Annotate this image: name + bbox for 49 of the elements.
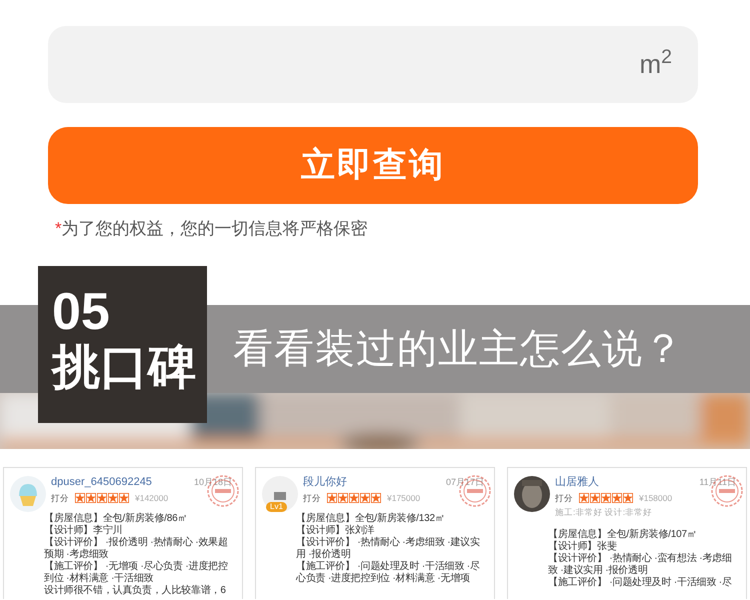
review-text: 【设计师】李宁川 [44, 524, 124, 536]
filled-star-icon [590, 492, 600, 503]
filled-star-icon [601, 492, 611, 503]
review-text: 【房屋信息】全包/新房装修/132㎡ [296, 512, 446, 524]
review-text: 【设计评价】 ·报价透明 ·热情耐心 ·效果超预期 ·考虑细致 [44, 536, 229, 560]
avatar [514, 476, 550, 512]
required-mark: * [55, 218, 62, 240]
rating-label: 打分 [51, 492, 69, 504]
price: ¥175000 [387, 492, 420, 504]
review-text: 【设计师】张刘洋 [296, 524, 376, 536]
review-text: 【设计评价】 ·热情耐心 ·蛮有想法 ·考虑细致 ·建议实用 ·报价透明 [548, 553, 733, 576]
rating-label: 打分 [303, 492, 321, 504]
user-name[interactable]: 段儿你好 [303, 474, 420, 490]
section-number: 05 [52, 284, 110, 340]
filled-star-icon [86, 492, 96, 503]
privacy-note: 为了您的权益，您的一切信息将严格保密 [62, 218, 368, 240]
stamp-icon [710, 474, 744, 508]
review-text: 【施工评价】 ·问题处理及时 ·干活细致 ·尽心负责 ·进度把控到位 ·材料满意 ·无增项 [296, 560, 481, 584]
review-text: 【设计评价】 ·热情耐心 ·考虑细致 ·建议实用 ·报价透明 [296, 536, 481, 560]
filled-star-icon [623, 492, 633, 503]
review-text: 【房屋信息】全包/新房装修/107㎡ [548, 529, 698, 540]
review-text: 【施工评价】 ·无增项 ·尽心负责 ·进度把控到位 ·材料满意 ·干活细致 [44, 560, 229, 584]
rating-summary: 施工:非常好 设计:非常好 [555, 506, 652, 519]
review-text: 【施工评价】 ·问题处理及时 ·干活细致 ·尽 [548, 577, 733, 589]
filled-star-icon [579, 492, 589, 503]
filled-star-icon [75, 492, 85, 503]
area-input-field[interactable]: m$^{2}$ [48, 26, 698, 103]
avatar [10, 476, 46, 512]
filled-star-icon [108, 492, 118, 503]
price: ¥142000 [135, 492, 168, 504]
price: ¥158000 [639, 492, 672, 504]
filled-star-icon [349, 492, 359, 503]
filled-star-icon [97, 492, 107, 503]
section-subtitle: 看看装过的业主怎么说？ [233, 326, 684, 372]
query-button[interactable]: 立即查询 [48, 127, 698, 204]
filled-star-icon [327, 492, 337, 503]
review-text: 【设计师】张斐 [548, 541, 618, 552]
rating-label: 打分 [555, 492, 573, 504]
user-name[interactable]: dpuser_6450692245 [51, 474, 168, 490]
review-text: 设计师很不错，认真负责，人比较靠谱，6 [44, 584, 227, 596]
review-text: 【房屋信息】全包/新房装修/86㎡ [44, 512, 188, 524]
filled-star-icon [371, 492, 381, 503]
filled-star-icon [360, 492, 370, 503]
filled-star-icon [119, 492, 129, 503]
filled-star-icon [338, 492, 348, 503]
section-title: 挑口碑 [52, 340, 196, 396]
user-name[interactable]: 山居雅人 [555, 474, 672, 490]
unit-label: m$^{2}$ [639, 45, 672, 81]
filled-star-icon [612, 492, 622, 503]
